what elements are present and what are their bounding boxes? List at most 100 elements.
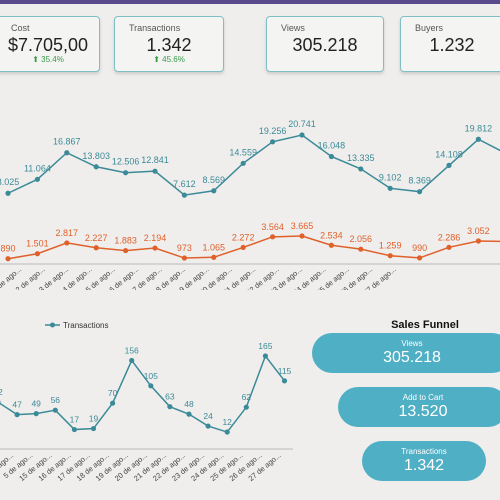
data-label: 165 bbox=[258, 341, 272, 351]
funnel-stage-value: 13.520 bbox=[398, 403, 448, 420]
data-label: 70 bbox=[108, 388, 118, 398]
data-label: 8.569 bbox=[203, 175, 226, 185]
data-label: 9.102 bbox=[379, 172, 402, 182]
data-label: 48 bbox=[184, 399, 194, 409]
data-label: 13.335 bbox=[347, 153, 375, 163]
data-point bbox=[93, 245, 99, 251]
data-point bbox=[129, 357, 135, 364]
data-label: 19.256 bbox=[259, 126, 287, 136]
data-point bbox=[446, 162, 452, 168]
data-point bbox=[328, 153, 334, 160]
data-point bbox=[110, 400, 116, 406]
data-point bbox=[387, 185, 393, 191]
data-label: 990 bbox=[412, 243, 427, 253]
data-label: 24 bbox=[203, 411, 213, 421]
data-point bbox=[358, 166, 364, 172]
data-point bbox=[5, 256, 11, 262]
data-point bbox=[34, 176, 41, 182]
data-point bbox=[152, 245, 158, 251]
funnel-stage-label: Add to Cart bbox=[402, 393, 444, 402]
data-point bbox=[64, 150, 70, 156]
data-label: 8.369 bbox=[408, 176, 431, 186]
data-point bbox=[148, 383, 154, 389]
data-point bbox=[167, 404, 173, 410]
data-label: 47 bbox=[12, 400, 22, 410]
data-label: 62 bbox=[242, 392, 252, 402]
data-label: 2.534 bbox=[320, 230, 343, 240]
data-point bbox=[475, 136, 481, 142]
data-label: 3.564 bbox=[261, 222, 284, 232]
data-point bbox=[181, 192, 187, 198]
data-label: 890 bbox=[0, 244, 15, 254]
data-point bbox=[123, 170, 129, 176]
funnel-stage-label: Transactions bbox=[401, 447, 447, 456]
data-point bbox=[475, 238, 481, 244]
data-point bbox=[417, 189, 423, 195]
data-label: 1.883 bbox=[114, 236, 137, 246]
data-label: 1.065 bbox=[203, 242, 226, 252]
data-point bbox=[52, 407, 58, 413]
data-point bbox=[5, 190, 11, 196]
data-point bbox=[152, 168, 158, 174]
funnel-stage-views: Views 305.218 bbox=[312, 333, 500, 373]
series-line-0 bbox=[7, 134, 500, 196]
legend-marker bbox=[50, 322, 55, 328]
data-label: 20.741 bbox=[288, 119, 316, 129]
data-label: 2.272 bbox=[232, 232, 255, 242]
data-label: 8.025 bbox=[0, 177, 19, 187]
data-point bbox=[71, 426, 77, 433]
data-point bbox=[243, 404, 249, 410]
data-point bbox=[186, 411, 192, 417]
data-label: 105 bbox=[144, 371, 158, 381]
sales-funnel-title: Sales Funnel bbox=[391, 319, 459, 331]
data-label: 12.841 bbox=[141, 155, 169, 165]
data-point bbox=[14, 412, 20, 418]
data-point bbox=[181, 255, 187, 261]
data-point bbox=[224, 429, 230, 435]
funnel-stage-transactions: Transactions 1.342 bbox=[362, 441, 486, 481]
data-label: 12.506 bbox=[112, 157, 140, 167]
data-label: 156 bbox=[125, 345, 139, 355]
data-point bbox=[299, 233, 305, 239]
data-point bbox=[328, 242, 334, 248]
data-point bbox=[281, 378, 288, 384]
data-label: 13.803 bbox=[82, 151, 110, 161]
data-label: 14.108 bbox=[435, 149, 463, 159]
data-label: 2.227 bbox=[85, 233, 108, 243]
data-label: 11.064 bbox=[24, 163, 51, 173]
data-label: 1.501 bbox=[26, 239, 49, 249]
funnel-stage-value: 1.342 bbox=[403, 457, 445, 474]
data-point bbox=[387, 253, 393, 259]
data-point bbox=[205, 423, 211, 429]
data-point bbox=[240, 244, 246, 251]
data-label: 973 bbox=[177, 243, 192, 253]
data-point bbox=[64, 240, 70, 246]
transactions-chart: Transactions 72 47 49 56 17 19 70 156 105 63 48 24 12… bbox=[0, 321, 293, 483]
data-label: 115 bbox=[278, 366, 292, 376]
funnel-stage-label: Views bbox=[401, 339, 423, 348]
data-label: 19.812 bbox=[465, 123, 493, 133]
data-point bbox=[90, 425, 97, 432]
funnel-stage-add-to-cart: Add to Cart 13.520 bbox=[338, 387, 500, 427]
data-label: 12 bbox=[222, 417, 232, 427]
data-point bbox=[446, 244, 452, 250]
data-point bbox=[270, 234, 276, 240]
data-label: 17 bbox=[70, 415, 80, 425]
data-label: 56 bbox=[51, 395, 61, 405]
data-label: 14.559 bbox=[229, 147, 257, 157]
data-point bbox=[299, 132, 305, 138]
data-label: 49 bbox=[31, 399, 41, 409]
data-label: 72 bbox=[0, 387, 3, 397]
data-label: 3.665 bbox=[291, 221, 314, 231]
data-label: 1.259 bbox=[379, 241, 402, 251]
legend-label: Transactions bbox=[63, 321, 109, 330]
data-point bbox=[211, 254, 217, 260]
data-label: 63 bbox=[165, 392, 175, 402]
data-point bbox=[93, 164, 99, 170]
views-orders-chart: 8.025 11.064 16.86713.80312.50612.841 7.612… bbox=[0, 119, 500, 290]
data-point bbox=[240, 160, 246, 166]
legend: Transactions bbox=[45, 321, 109, 330]
data-point bbox=[33, 411, 39, 417]
data-point bbox=[417, 255, 423, 261]
data-label: 3.052 bbox=[467, 226, 490, 236]
